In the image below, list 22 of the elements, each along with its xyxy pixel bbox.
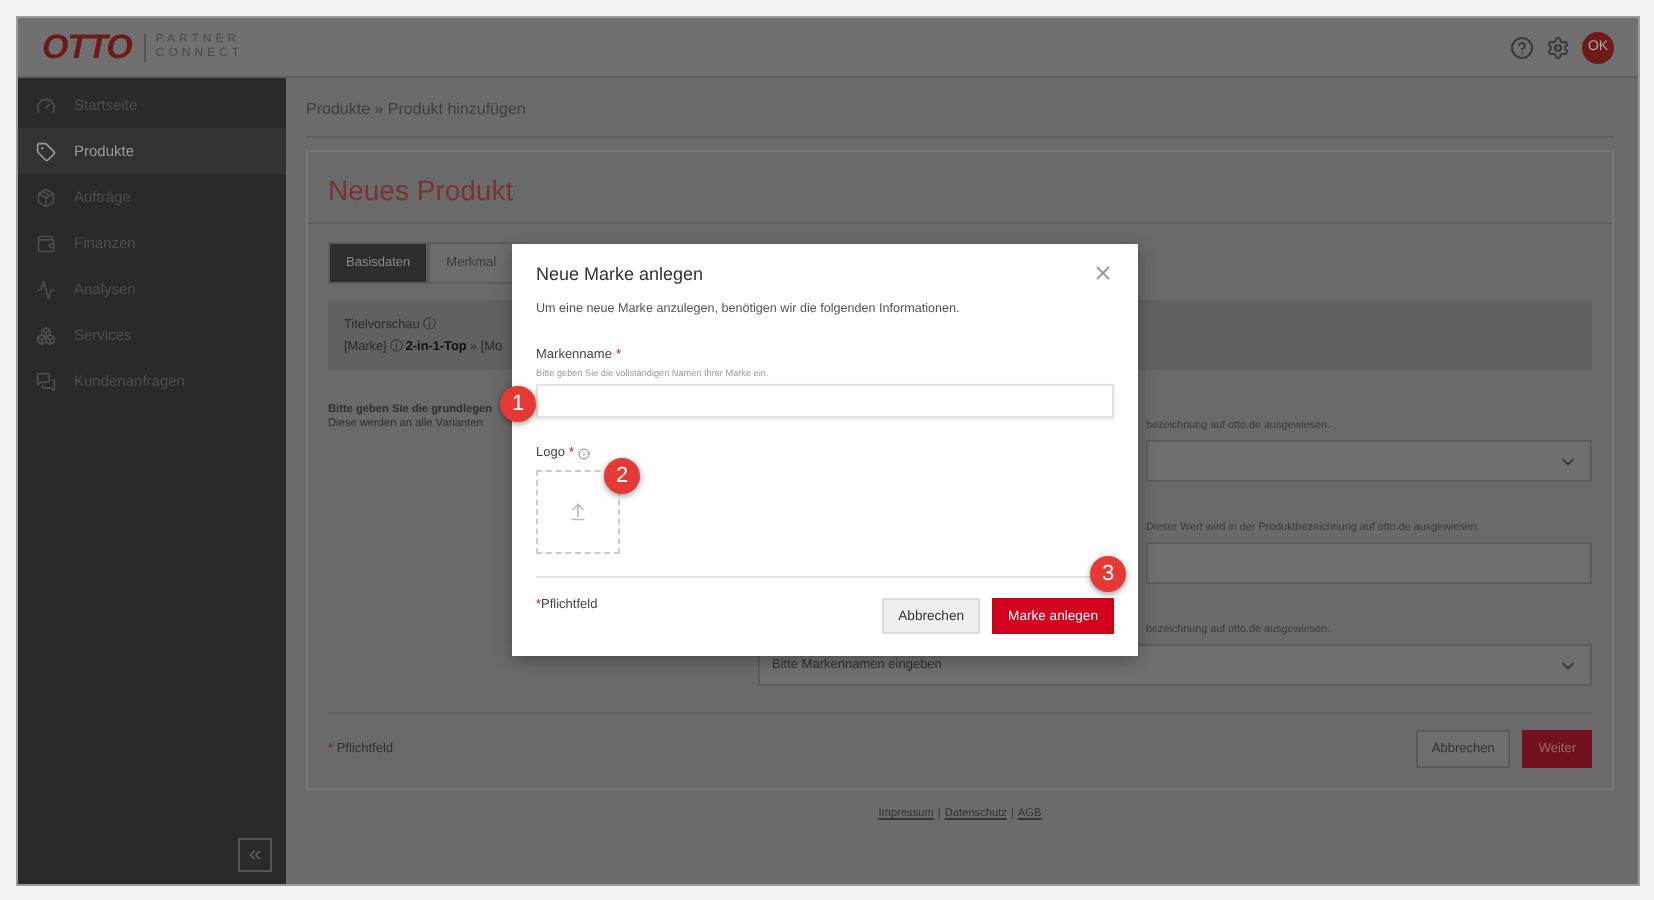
logo: OTTO: [42, 27, 132, 67]
dialog-title: Neue Marke anlegen: [536, 263, 704, 283]
step-badge: 3: [1090, 556, 1126, 592]
card-title: Neues Produkt: [308, 152, 1612, 224]
boxes-icon: [36, 325, 56, 345]
double-chevron-left-icon: [246, 846, 264, 864]
gauge-icon: [36, 95, 56, 115]
chat-icon: [36, 371, 56, 391]
info-icon[interactable]: [578, 447, 590, 459]
help-icon[interactable]: [1510, 35, 1534, 59]
select-field[interactable]: [1146, 440, 1592, 482]
collapse-button[interactable]: [238, 838, 272, 872]
box-icon: [36, 187, 56, 207]
step-badge: 2: [604, 458, 640, 494]
brand-name-input[interactable]: [536, 384, 1114, 418]
upload-icon: [568, 502, 588, 522]
tag-icon: [36, 141, 56, 161]
settings-icon[interactable]: [1546, 35, 1570, 59]
wallet-icon: [36, 233, 56, 253]
pulse-icon: [36, 279, 56, 299]
close-icon[interactable]: [1092, 262, 1114, 284]
step-badge: 1: [500, 386, 536, 422]
